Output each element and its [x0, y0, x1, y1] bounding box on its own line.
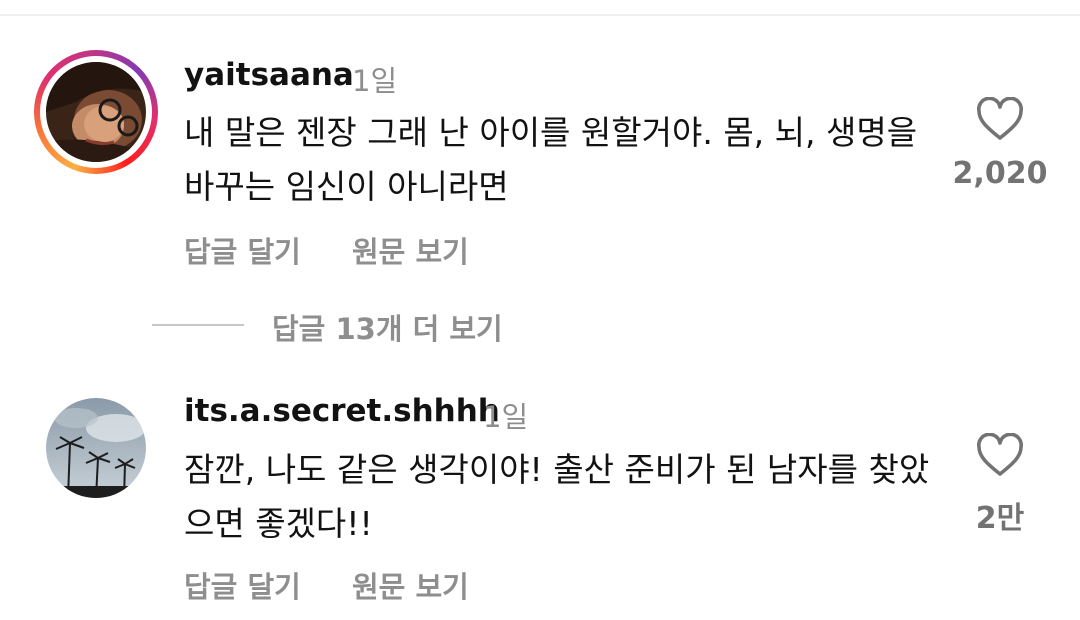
comment-text: 잠깐, 나도 같은 생각이야! 출산 준비가 된 남자를 찾았으면 좋겠다!!	[184, 450, 930, 543]
comment-username[interactable]: yaitsaana	[184, 57, 354, 93]
see-translation-button[interactable]: 원문 보기	[352, 564, 469, 606]
heart-outline-icon[interactable]	[975, 97, 1025, 141]
comment-username[interactable]: its.a.secret.shhhh	[184, 393, 500, 429]
replies-divider	[152, 324, 244, 326]
comment-text: 내 말은 젠장 그래 난 아이를 원할거야. 몸, 뇌, 생명을 바꾸는 임신이…	[184, 113, 918, 206]
like-count: 2만	[975, 501, 1025, 536]
heart-outline-icon[interactable]	[975, 433, 1025, 477]
view-replies-button[interactable]: 답글 13개 더 보기	[272, 306, 503, 348]
top-divider	[0, 14, 1080, 16]
reply-button[interactable]: 답글 달기	[184, 564, 301, 606]
reply-button[interactable]: 답글 달기	[184, 229, 301, 271]
comment-time: 1일	[483, 400, 529, 434]
see-translation-button[interactable]: 원문 보기	[352, 229, 469, 271]
avatar-yaitsaana[interactable]	[46, 62, 146, 162]
like-count: 2,020	[952, 156, 1048, 191]
avatar-its-a-secret-shhhh[interactable]	[46, 398, 146, 498]
comment-time: 1일	[352, 64, 398, 98]
